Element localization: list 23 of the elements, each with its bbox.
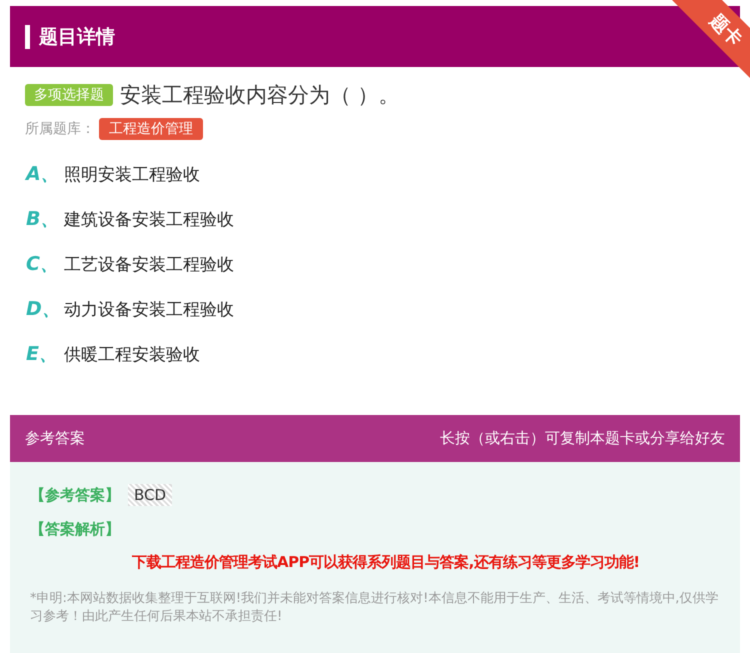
share-hint: 长按（或右击）可复制本题卡或分享给好友 (440, 429, 725, 448)
analysis-label: 【答案解析】 (30, 520, 121, 539)
question-type-badge: 多项选择题 (25, 84, 113, 106)
option-letter: D、 (26, 297, 62, 322)
answer-title: 参考答案 (25, 429, 85, 448)
option-letter: B、 (26, 207, 60, 232)
option-text: 供暖工程安装验收 (64, 344, 200, 366)
question-text: 安装工程验收内容分为（ ）。 (120, 82, 400, 109)
bank-tag[interactable]: 工程造价管理 (99, 118, 203, 140)
answer-value: BCD (128, 484, 172, 506)
page-title: 题目详情 (39, 24, 115, 50)
bank-label: 所属题库： (25, 120, 95, 138)
disclaimer-text: *申明:本网站数据收集整理于互联网!我们并未能对答案信息进行核对!本信息不能用于生产、生活、考试等情境中,仅供学习参考！由此产生任何后果本站不承担责任! (30, 590, 720, 626)
option-letter: E、 (26, 342, 59, 367)
answer-label: 【参考答案】 (30, 486, 120, 504)
option-text: 工艺设备安装工程验收 (64, 254, 234, 276)
option-text: 照明安装工程验收 (64, 164, 200, 186)
app-promo-text: 下载工程造价管理考试APP可以获得系列题目与答案,还有练习等更多学习功能! (132, 553, 641, 572)
title-marker (25, 24, 30, 48)
option-text: 动力设备安装工程验收 (64, 298, 234, 320)
option-letter: A、 (26, 162, 61, 187)
option-letter: C、 (26, 252, 60, 277)
option-text: 建筑设备安装工程验收 (64, 208, 234, 230)
